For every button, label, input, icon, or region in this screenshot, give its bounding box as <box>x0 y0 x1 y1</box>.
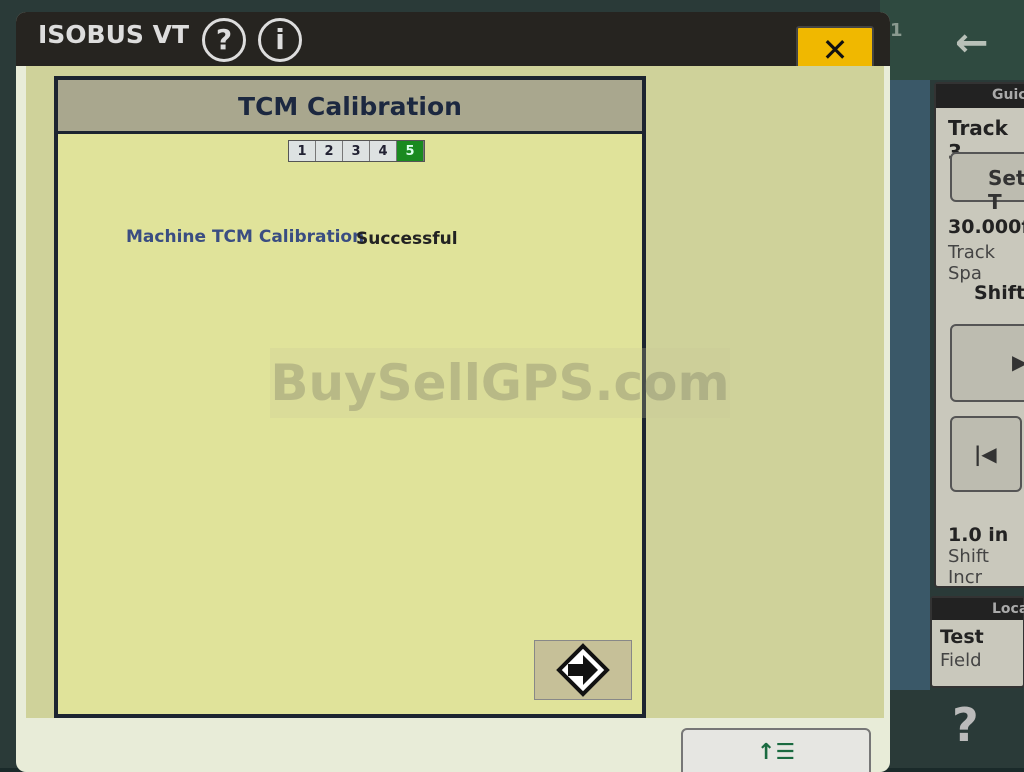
mask-title: TCM Calibration <box>58 80 642 134</box>
step-2: 2 <box>316 141 343 161</box>
location-label: Field <box>940 650 982 671</box>
guidance-panel: Guic Track 3 Set T 30.000f Track Spa Shi… <box>934 82 1024 588</box>
shift-right-button[interactable]: ▶ <box>950 324 1024 402</box>
guidance-header: Guic <box>936 84 1024 108</box>
softkey-menu-button[interactable]: ↑☰ <box>681 728 871 772</box>
shift-label: Shift <box>974 282 1024 304</box>
calibration-status: Successful <box>356 229 458 249</box>
step-4: 4 <box>370 141 397 161</box>
watermark: BuySellGPS.com <box>270 348 730 418</box>
corner-number: 1 <box>890 20 903 41</box>
increment-label: Shift Incr <box>948 546 989 588</box>
back-arrow-icon[interactable]: ← <box>955 20 989 66</box>
increment-value: 1.0 in <box>948 524 1009 546</box>
map-strip <box>890 80 930 690</box>
info-circle-icon[interactable]: i <box>258 18 302 62</box>
help-circle-icon[interactable]: ? <box>202 18 246 62</box>
step-1: 1 <box>289 141 316 161</box>
set-track-button[interactable]: Set T <box>950 152 1024 214</box>
location-header: Loca <box>932 598 1024 620</box>
step-indicator: 1 2 3 4 5 <box>288 140 425 162</box>
spacing-value: 30.000f <box>948 216 1024 238</box>
spacing-label: Track Spa <box>948 242 996 284</box>
help-icon[interactable]: ? <box>952 698 979 752</box>
location-panel: Loca Test Field <box>930 596 1024 688</box>
window-title-bar: ISOBUS VT ? i <box>16 12 890 66</box>
location-value: Test <box>940 626 984 648</box>
window-title: ISOBUS VT <box>38 20 190 49</box>
arrow-right-icon <box>556 643 610 697</box>
calibration-label: Machine TCM Calibration <box>126 227 365 247</box>
step-3: 3 <box>343 141 370 161</box>
shift-left-button[interactable]: |◀ <box>950 416 1022 492</box>
step-5-active: 5 <box>397 141 424 161</box>
next-button[interactable] <box>534 640 632 700</box>
